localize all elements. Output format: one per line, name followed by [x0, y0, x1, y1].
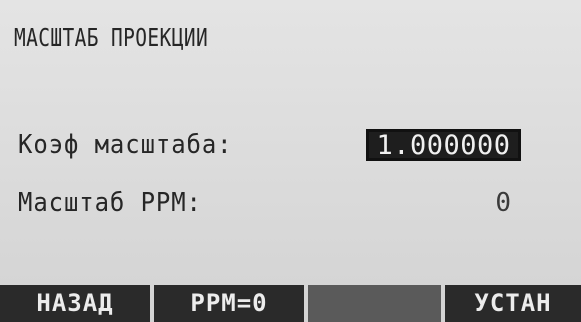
ppm-zero-softkey[interactable]: PPM=0 — [154, 285, 304, 322]
softkey-bar: НАЗАД PPM=0 УСТАН — [0, 285, 581, 322]
back-softkey[interactable]: НАЗАД — [0, 285, 150, 322]
ppm-scale-value: 0 — [495, 188, 511, 218]
set-softkey[interactable]: УСТАН — [445, 285, 581, 322]
scale-factor-label: Коэф масштаба: — [18, 130, 233, 160]
screen-title: МАСШТАБ ПРОЕКЦИИ — [14, 23, 209, 52]
projection-scale-screen: МАСШТАБ ПРОЕКЦИИ Коэф масштаба: 1.000000… — [0, 0, 581, 322]
scale-factor-input[interactable]: 1.000000 — [366, 129, 521, 161]
ppm-scale-label: Масштаб PPM: — [18, 188, 202, 218]
empty-softkey[interactable] — [308, 285, 441, 322]
